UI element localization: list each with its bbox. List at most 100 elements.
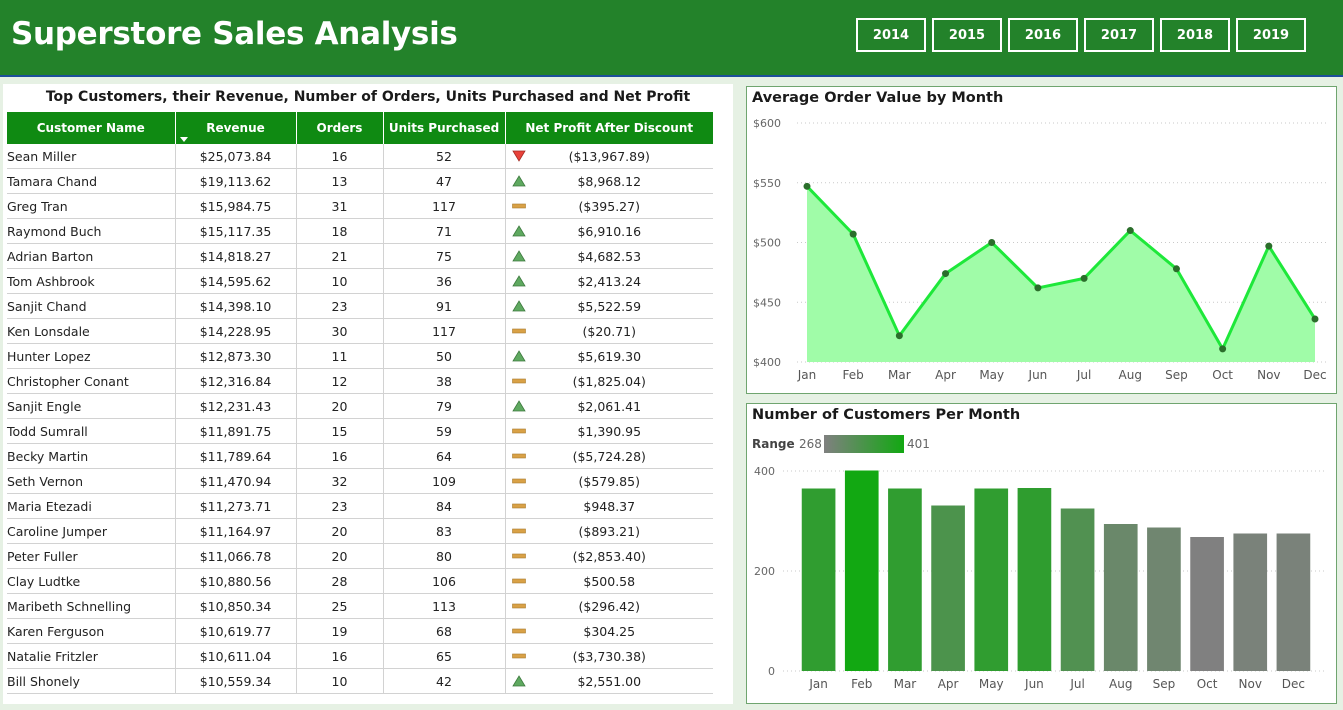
orders-cell: 11 [296,343,384,369]
data-point[interactable] [988,239,996,246]
year-filter: 2014 2015 2016 2017 2018 2019 [856,18,1312,52]
table-row[interactable]: Sanjit Chand $14,398.10 23 91 $5,522.59 [7,293,713,319]
table-row[interactable]: Todd Sumrall $11,891.75 15 59 $1,390.95 [7,418,713,444]
table-row[interactable]: Karen Ferguson $10,619.77 19 68 $304.25 [7,618,713,644]
bar[interactable] [974,488,1009,672]
table-row[interactable]: Seth Vernon $11,470.94 32 109 ($579.85) [7,468,713,494]
table-row[interactable]: Maribeth Schnelling $10,850.34 25 113 ($296.… [7,593,713,619]
units-cell: 91 [383,293,506,319]
customer-name-cell: Seth Vernon [7,468,176,494]
table-row[interactable]: Bill Shonely $10,559.34 10 42 $2,551.00 [7,668,713,694]
net-profit-value: $5,522.59 [577,298,642,314]
net-profit-value: ($296.42) [578,598,640,614]
color-range-legend: Range 268 401 [752,435,930,453]
table-row[interactable]: Raymond Buch $15,117.35 18 71 $6,910.16 [7,218,713,244]
bar[interactable] [801,488,836,672]
net-profit-value: ($5,724.28) [572,448,646,464]
column-header-units-purchased[interactable]: Units Purchased [383,112,506,144]
x-tick-label: Nov [1239,677,1262,691]
net-profit-value: $2,551.00 [577,673,642,689]
net-profit-value: ($395.27) [578,198,640,214]
net-profit-cell: $6,910.16 [505,218,713,244]
units-cell: 42 [383,668,506,694]
x-tick-label: Feb [851,677,872,691]
flat-bar-icon [511,653,526,659]
year-button-2018[interactable]: 2018 [1160,18,1230,52]
table-row[interactable]: Tamara Chand $19,113.62 13 47 $8,968.12 [7,168,713,194]
year-button-2017[interactable]: 2017 [1084,18,1154,52]
data-point[interactable] [1265,242,1273,250]
orders-cell: 16 [296,643,384,669]
bar[interactable] [888,488,922,672]
column-header-label: Customer Name [36,121,145,135]
table-row[interactable]: Greg Tran $15,984.75 31 117 ($395.27) [7,193,713,219]
bar[interactable] [931,505,965,672]
table-row[interactable]: Ken Lonsdale $14,228.95 30 117 ($20.71) [7,318,713,344]
column-header-revenue[interactable]: Revenue [175,112,297,144]
table-row[interactable]: Adrian Barton $14,818.27 21 75 $4,682.53 [7,243,713,269]
orders-cell: 25 [296,593,384,619]
table-row[interactable]: Sanjit Engle $12,231.43 20 79 $2,061.41 [7,393,713,419]
year-button-2014[interactable]: 2014 [856,18,926,52]
sort-descending-icon[interactable] [179,137,188,142]
flat-bar-icon [511,203,526,209]
revenue-cell: $14,398.10 [175,293,297,319]
header-bar: Superstore Sales Analysis 2014 2015 2016… [0,0,1343,77]
year-button-2019[interactable]: 2019 [1236,18,1306,52]
table-row[interactable]: Christopher Conant $12,316.84 12 38 ($1,825.… [7,368,713,394]
orders-cell: 19 [296,618,384,644]
up-triangle-icon [511,675,526,687]
x-tick-label: Oct [1197,677,1218,691]
customer-name-cell: Hunter Lopez [7,343,176,369]
net-profit-value: $1,390.95 [577,423,642,439]
year-button-2016[interactable]: 2016 [1008,18,1078,52]
legend-min-label: 268 [799,437,822,451]
flat-bar-icon [511,528,526,534]
data-point[interactable] [849,230,857,238]
bar[interactable] [1276,533,1311,672]
data-point[interactable] [1034,284,1042,292]
data-point[interactable] [1219,345,1227,353]
bar[interactable] [1147,527,1181,672]
bar[interactable] [1017,488,1052,671]
bar[interactable] [1103,524,1138,671]
units-cell: 65 [383,643,506,669]
data-point[interactable] [803,182,811,190]
customer-name-cell: Tamara Chand [7,168,176,194]
net-profit-value: $500.58 [583,573,636,589]
data-point[interactable] [1080,274,1088,282]
column-header-orders[interactable]: Orders [296,112,384,144]
net-profit-cell: $5,522.59 [505,293,713,319]
table-row[interactable]: Peter Fuller $11,066.78 20 80 ($2,853.40) [7,543,713,569]
bar[interactable] [1233,533,1268,672]
table-row[interactable]: Tom Ashbrook $14,595.62 10 36 $2,413.24 [7,268,713,294]
flat-bar-icon [511,378,526,384]
table-row[interactable]: Becky Martin $11,789.64 16 64 ($5,724.28) [7,443,713,469]
customer-name-cell: Becky Martin [7,443,176,469]
data-point[interactable] [1311,315,1319,323]
table-row[interactable]: Sean Miller $25,073.84 16 52 ($13,967.89) [7,144,713,169]
data-point[interactable] [942,270,950,278]
table-row[interactable]: Clay Ludtke $10,880.56 28 106 $500.58 [7,568,713,594]
x-tick-label: Nov [1257,368,1280,382]
bar[interactable] [1190,537,1224,671]
table-row[interactable]: Caroline Jumper $11,164.97 20 83 ($893.21) [7,518,713,544]
table-row[interactable]: Hunter Lopez $12,873.30 11 50 $5,619.30 [7,343,713,369]
revenue-cell: $10,850.34 [175,593,297,619]
net-profit-value: ($2,853.40) [572,548,646,564]
bar[interactable] [1060,508,1095,672]
bar[interactable] [844,470,879,672]
column-header-customer-name[interactable]: Customer Name [7,112,176,144]
table-row[interactable]: Maria Etezadi $11,273.71 23 84 $948.37 [7,493,713,519]
x-tick-label: Sep [1153,677,1176,691]
net-profit-value: $4,682.53 [577,248,642,264]
units-cell: 64 [383,443,506,469]
data-point[interactable] [1126,227,1134,235]
data-point[interactable] [895,332,903,340]
table-row[interactable]: Natalie Fritzler $10,611.04 16 65 ($3,730.38… [7,643,713,669]
avg-order-value-chart: $400 $450 $500 $550 $600 Jan Feb Mar Apr May Jun Ju… [753,117,1327,382]
data-point[interactable] [1172,265,1180,273]
column-header-net-profit[interactable]: Net Profit After Discount [505,112,713,144]
units-cell: 106 [383,568,506,594]
year-button-2015[interactable]: 2015 [932,18,1002,52]
